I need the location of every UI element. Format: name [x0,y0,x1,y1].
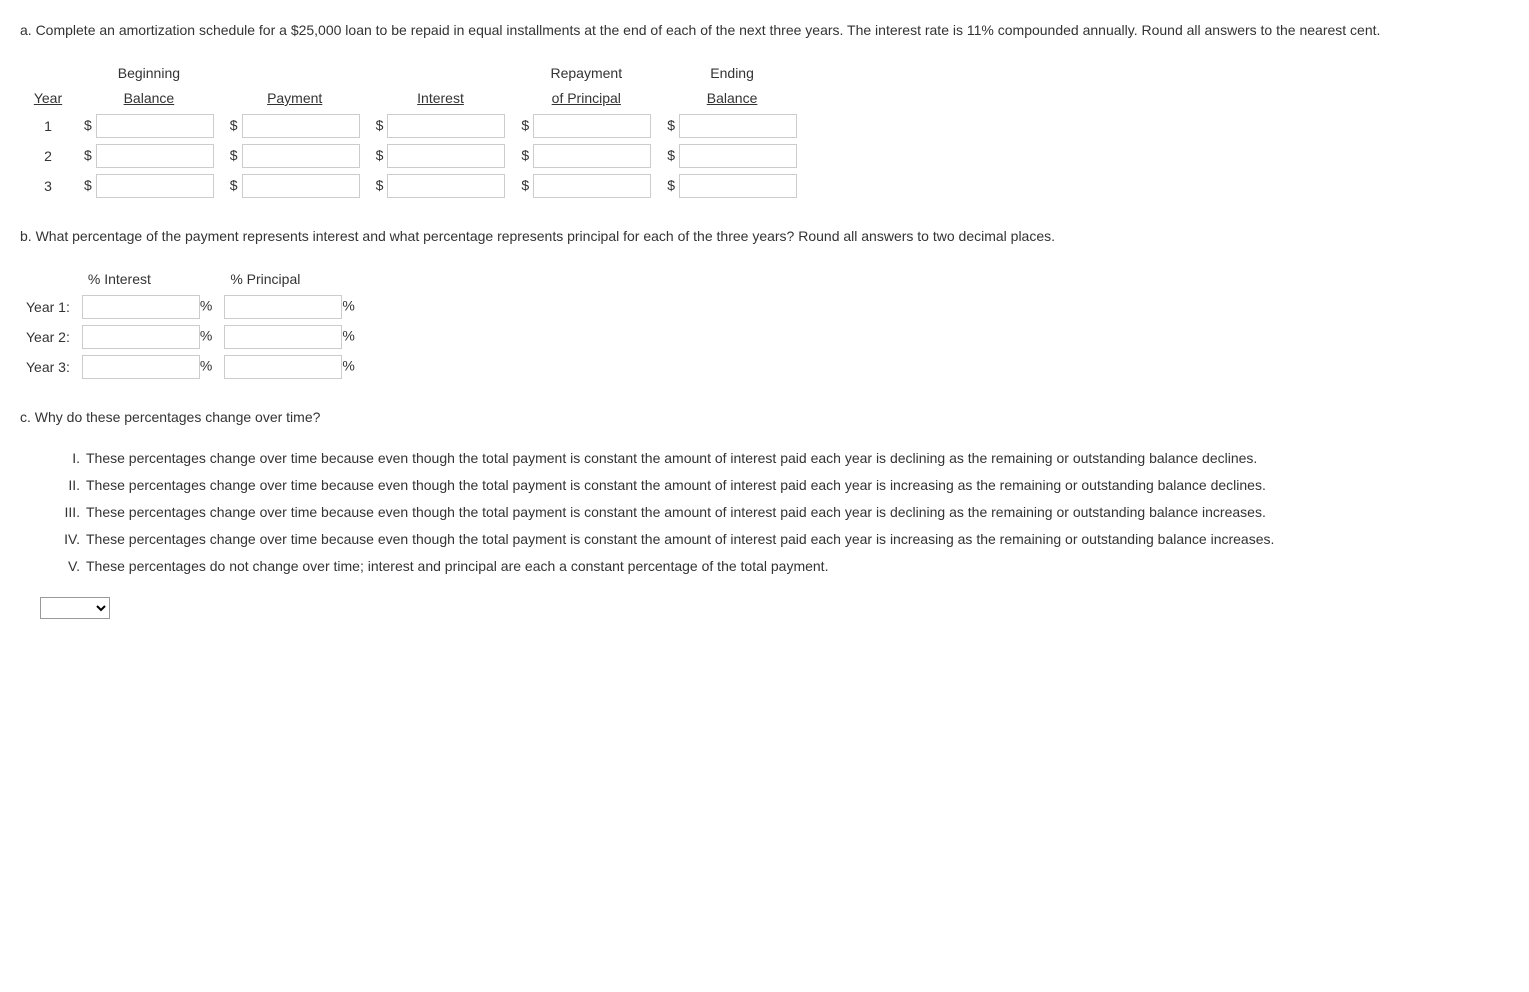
pct-interest-input-3[interactable] [82,355,200,379]
table-row: 3 $ $ $ $ $ [20,171,805,201]
pct-interest-input-2[interactable] [82,325,200,349]
option-number: II. [50,475,80,496]
payment-input-1[interactable] [242,114,360,138]
year-label: 2 [20,141,76,171]
part-a-prompt: a. Complete an amortization schedule for… [20,20,1509,41]
currency-symbol: $ [521,147,529,163]
year-label: 3 [20,171,76,201]
year-label: 1 [20,111,76,141]
option-number: V. [50,556,80,577]
payment-input-2[interactable] [242,144,360,168]
amortization-table: Beginning Repayment Ending Year Balance … [20,61,805,201]
pct-principal-input-3[interactable] [224,355,342,379]
options-list: I. These percentages change over time be… [50,448,1509,577]
ending-balance-input-2[interactable] [679,144,797,168]
option-item: II. These percentages change over time b… [50,475,1509,496]
option-text: These percentages do not change over tim… [86,556,1509,577]
currency-symbol: $ [376,147,384,163]
year-label: Year 3: [20,352,76,382]
table-row: Year 3: % % [20,352,361,382]
percent-symbol: % [200,328,212,344]
currency-symbol: $ [84,117,92,133]
currency-symbol: $ [667,117,675,133]
beginning-balance-input-3[interactable] [96,174,214,198]
currency-symbol: $ [521,117,529,133]
part-c-prompt: c. Why do these percentages change over … [20,407,1509,428]
percent-symbol: % [342,358,354,374]
col-ending-bottom: Balance [707,90,758,106]
option-text: These percentages change over time becau… [86,475,1509,496]
percent-symbol: % [200,358,212,374]
currency-symbol: $ [230,117,238,133]
currency-symbol: $ [84,147,92,163]
col-pct-interest: % Interest [76,267,218,292]
ending-balance-input-1[interactable] [679,114,797,138]
pct-interest-input-1[interactable] [82,295,200,319]
ending-balance-input-3[interactable] [679,174,797,198]
percent-symbol: % [342,328,354,344]
interest-input-2[interactable] [387,144,505,168]
principal-input-1[interactable] [533,114,651,138]
currency-symbol: $ [667,147,675,163]
currency-symbol: $ [376,117,384,133]
answer-select[interactable] [40,597,110,619]
col-year: Year [34,90,62,106]
payment-input-3[interactable] [242,174,360,198]
currency-symbol: $ [376,177,384,193]
part-b-prompt: b. What percentage of the payment repres… [20,226,1509,247]
interest-input-1[interactable] [387,114,505,138]
option-text: These percentages change over time becau… [86,502,1509,523]
option-number: III. [50,502,80,523]
col-repayment-top: Repayment [513,61,659,86]
percentage-table: % Interest % Principal Year 1: % % Year … [20,267,361,382]
year-label: Year 1: [20,292,76,322]
currency-symbol: $ [230,177,238,193]
year-label: Year 2: [20,322,76,352]
currency-symbol: $ [521,177,529,193]
col-beginning-top: Beginning [76,61,222,86]
currency-symbol: $ [230,147,238,163]
percent-symbol: % [342,298,354,314]
col-repayment-bottom: of Principal [552,90,621,106]
col-beginning-bottom: Balance [124,90,175,106]
pct-principal-input-2[interactable] [224,325,342,349]
interest-input-3[interactable] [387,174,505,198]
currency-symbol: $ [84,177,92,193]
col-payment: Payment [267,90,322,106]
principal-input-2[interactable] [533,144,651,168]
col-interest: Interest [417,90,464,106]
option-item: III. These percentages change over time … [50,502,1509,523]
beginning-balance-input-1[interactable] [96,114,214,138]
option-number: I. [50,448,80,469]
currency-symbol: $ [667,177,675,193]
principal-input-3[interactable] [533,174,651,198]
col-pct-principal: % Principal [218,267,360,292]
table-row: Year 2: % % [20,322,361,352]
option-text: These percentages change over time becau… [86,529,1509,550]
option-item: I. These percentages change over time be… [50,448,1509,469]
table-row: 2 $ $ $ $ $ [20,141,805,171]
option-number: IV. [50,529,80,550]
pct-principal-input-1[interactable] [224,295,342,319]
percent-symbol: % [200,298,212,314]
table-row: Year 1: % % [20,292,361,322]
col-ending-top: Ending [659,61,805,86]
table-row: 1 $ $ $ $ $ [20,111,805,141]
option-item: IV. These percentages change over time b… [50,529,1509,550]
option-item: V. These percentages do not change over … [50,556,1509,577]
option-text: These percentages change over time becau… [86,448,1509,469]
beginning-balance-input-2[interactable] [96,144,214,168]
